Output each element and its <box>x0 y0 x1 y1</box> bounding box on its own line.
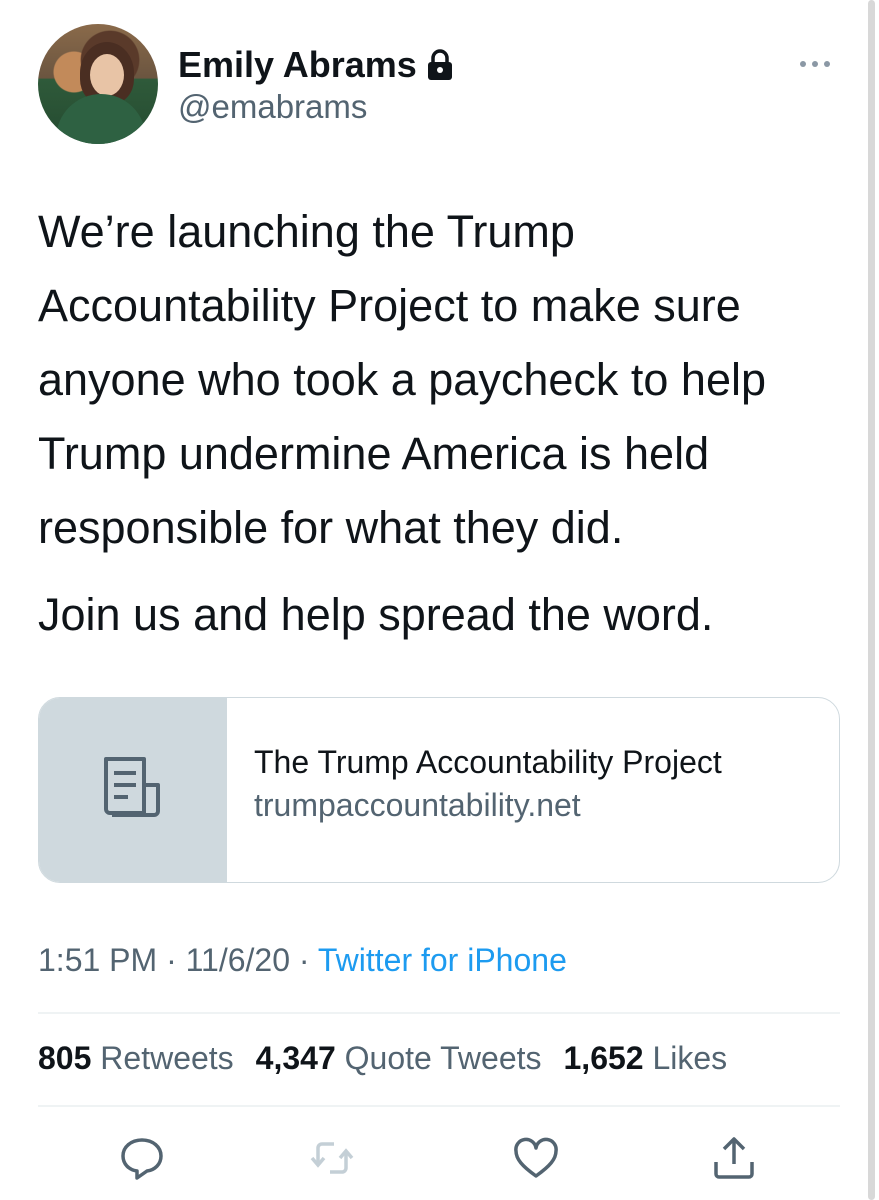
link-card-thumbnail <box>39 698 227 882</box>
meta-separator: · <box>290 942 318 978</box>
meta-separator: · <box>157 942 186 978</box>
link-card-domain: trumpaccountability.net <box>254 787 581 823</box>
retweets-count: 805 <box>38 1040 92 1076</box>
quote-tweets-label: Quote Tweets <box>344 1040 542 1076</box>
likes-count: 1,652 <box>563 1040 644 1076</box>
link-card[interactable]: The Trump Accountability Project trumpac… <box>38 697 840 883</box>
tweet-stats: 805 Retweets 4,347 Quote Tweets 1,652 Li… <box>38 1040 727 1077</box>
quote-tweets-stat[interactable]: 4,347 Quote Tweets <box>256 1040 542 1077</box>
tweet-date[interactable]: 11/6/20 <box>186 942 290 978</box>
more-options-icon[interactable] <box>795 52 835 76</box>
likes-label: Likes <box>652 1040 728 1076</box>
share-icon[interactable] <box>710 1134 758 1182</box>
tweet-source-link[interactable]: Twitter for iPhone <box>318 942 567 978</box>
tweet-actions <box>0 1130 879 1190</box>
tweet-text-2: Join us and help spread the word. <box>38 589 714 640</box>
retweets-stat[interactable]: 805 Retweets <box>38 1040 234 1077</box>
author-name-row[interactable]: Emily Abrams <box>178 44 455 86</box>
retweet-icon[interactable] <box>308 1134 356 1182</box>
divider <box>38 1105 840 1107</box>
like-icon[interactable] <box>512 1134 560 1182</box>
scrollbar[interactable] <box>868 0 875 1200</box>
lock-icon <box>425 48 455 82</box>
author-handle[interactable]: @emabrams <box>178 88 367 126</box>
likes-stat[interactable]: 1,652 Likes <box>564 1040 728 1077</box>
quote-tweets-count: 4,347 <box>255 1040 336 1076</box>
link-card-title: The Trump Accountability Project <box>254 744 722 780</box>
tweet-meta: 1:51 PM · 11/6/20 · Twitter for iPhone <box>38 942 567 979</box>
avatar[interactable] <box>38 24 158 144</box>
document-icon <box>98 755 168 826</box>
retweets-label: Retweets <box>100 1040 234 1076</box>
tweet-time[interactable]: 1:51 PM <box>38 942 157 978</box>
author-name[interactable]: Emily Abrams <box>178 44 417 86</box>
reply-icon[interactable] <box>118 1134 166 1182</box>
divider <box>38 1012 840 1014</box>
tweet-text: We’re launching the Trump Accountability… <box>38 206 766 553</box>
